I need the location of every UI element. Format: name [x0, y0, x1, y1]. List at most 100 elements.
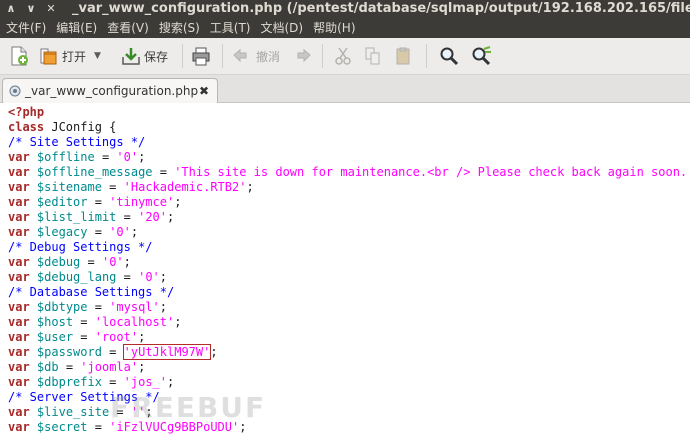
- window-title: _var_www_configuration.php (/pentest/dat…: [72, 1, 690, 16]
- code-string: 'tinymce': [109, 195, 175, 209]
- menu-documents[interactable]: 文档(D): [255, 18, 308, 38]
- open-file-icon: [40, 48, 57, 65]
- code-keyword: var: [8, 345, 30, 359]
- paste-button[interactable]: [392, 43, 414, 69]
- code-keyword: var: [8, 225, 30, 239]
- copy-button[interactable]: [362, 43, 384, 69]
- code-text: ;: [174, 315, 182, 329]
- menu-bar: 文件(F) 编辑(E) 查看(V) 搜索(S) 工具(T) 文档(D) 帮助(H): [0, 18, 690, 38]
- code-text: =: [116, 270, 139, 284]
- code-keyword: var: [8, 330, 30, 344]
- code-text: =: [87, 300, 110, 314]
- search-icon: [440, 47, 459, 66]
- copy-icon: [365, 47, 380, 65]
- watermark: FREEBUF: [110, 391, 267, 424]
- new-document-button[interactable]: [8, 43, 30, 69]
- code-string: 'This site is down for maintenance.<br /…: [174, 165, 690, 179]
- code-line: var $db = 'joomla';: [8, 360, 690, 375]
- cut-button[interactable]: [332, 43, 354, 69]
- toolbar: 打开 ▼ 保存 撤消: [0, 38, 690, 75]
- code-text: ;: [138, 150, 146, 164]
- document-icon: [9, 85, 21, 97]
- code-keyword: var: [8, 315, 30, 329]
- find-replace-button[interactable]: [470, 43, 492, 69]
- code-variable: $secret: [36, 420, 88, 434]
- recent-files-dropdown[interactable]: ▼: [94, 43, 101, 69]
- code-text: =: [73, 315, 95, 329]
- code-text: ;: [167, 375, 175, 389]
- code-line: var $dbtype = 'mysql';: [8, 300, 690, 315]
- code-text: ;: [138, 330, 146, 344]
- menu-file[interactable]: 文件(F): [0, 18, 50, 38]
- menu-tools[interactable]: 工具(T): [204, 18, 255, 38]
- editor-text-area[interactable]: <?php class JConfig {/* Site Settings */v…: [0, 103, 690, 436]
- code-variable: $host: [36, 315, 74, 329]
- code-line: var $legacy = '0';: [8, 225, 690, 240]
- code-line: var $user = 'root';: [8, 330, 690, 345]
- code-text: =: [116, 210, 139, 224]
- toolbar-separator: [182, 44, 183, 68]
- save-button[interactable]: 保存: [120, 43, 168, 69]
- save-label: 保存: [144, 49, 169, 64]
- code-keyword: <?php: [8, 105, 45, 119]
- code-string: 'root': [94, 330, 139, 344]
- find-button[interactable]: [438, 43, 460, 69]
- code-text: ;: [159, 300, 167, 314]
- code-string: '0': [116, 150, 139, 164]
- open-button[interactable]: 打开: [38, 43, 86, 69]
- code-keyword: var: [8, 210, 30, 224]
- code-variable: $password: [36, 345, 102, 359]
- code-line: /* Database Settings */: [8, 285, 690, 300]
- code-string: 'joomla': [80, 360, 139, 374]
- close-tab-icon[interactable]: ✖: [199, 79, 209, 103]
- code-string: 'localhost': [94, 315, 175, 329]
- code-variable: $editor: [36, 195, 88, 209]
- document-tab-bar: _var_www_configuration.php ✖: [0, 75, 690, 103]
- code-variable: $offline: [36, 150, 95, 164]
- code-keyword: var: [8, 360, 30, 374]
- code-text: =: [94, 150, 117, 164]
- code-keyword: class: [8, 120, 45, 134]
- undo-button[interactable]: 撤消: [230, 43, 280, 69]
- code-line: <?php: [8, 105, 690, 120]
- code-keyword: var: [8, 375, 30, 389]
- code-variable: $legacy: [36, 225, 88, 239]
- undo-label: 撤消: [256, 49, 281, 64]
- code-line: var $editor = 'tinymce';: [8, 195, 690, 210]
- code-keyword: var: [8, 180, 30, 194]
- code-comment: /* Site Settings */: [8, 135, 146, 149]
- undo-icon: [233, 48, 247, 63]
- code-line: /* Site Settings */: [8, 135, 690, 150]
- redo-button[interactable]: [292, 43, 314, 69]
- close-window-icon[interactable]: ✕: [42, 0, 60, 18]
- code-keyword: var: [8, 195, 30, 209]
- chevron-up-icon[interactable]: ∧: [2, 0, 20, 18]
- menu-view[interactable]: 查看(V): [101, 18, 153, 38]
- code-comment: /* Database Settings */: [8, 285, 175, 299]
- code-text: =: [152, 165, 175, 179]
- code-line: var $offline = '0';: [8, 150, 690, 165]
- code-text: ;: [210, 345, 218, 359]
- paste-icon: [396, 47, 410, 65]
- code-text: ;: [138, 360, 146, 374]
- code-string: 'Hackademic.RTB2': [123, 180, 247, 194]
- chevron-down-icon[interactable]: ∨: [22, 0, 40, 18]
- tab-configuration-php[interactable]: _var_www_configuration.php ✖: [2, 78, 218, 103]
- code-variable: $user: [36, 330, 74, 344]
- code-text: =: [101, 375, 124, 389]
- print-button[interactable]: [190, 43, 212, 69]
- menu-search[interactable]: 搜索(S): [153, 18, 204, 38]
- code-text: JConfig {: [44, 120, 117, 134]
- menu-help[interactable]: 帮助(H): [307, 18, 359, 38]
- highlighted-password-value: 'yUtJklM97W': [122, 344, 212, 360]
- code-text: ;: [130, 225, 139, 239]
- menu-edit[interactable]: 编辑(E): [50, 18, 101, 38]
- code-keyword: var: [8, 300, 30, 314]
- code-comment: /* Debug Settings */: [8, 240, 153, 254]
